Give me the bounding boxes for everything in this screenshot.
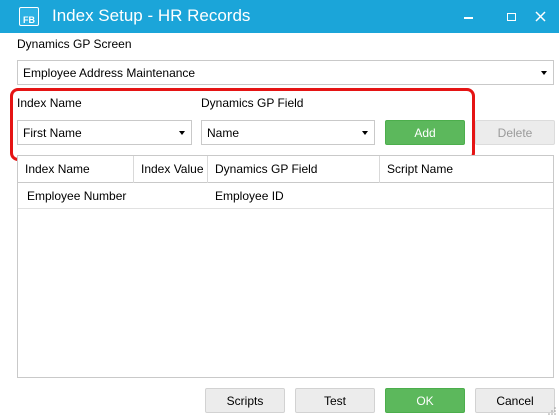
column-header-script-name[interactable]: Script Name bbox=[380, 156, 553, 183]
column-header-gp-field[interactable]: Dynamics GP Field bbox=[208, 156, 380, 183]
cancel-button[interactable]: Cancel bbox=[475, 388, 555, 413]
app-logo-text: FB bbox=[23, 15, 35, 25]
cell-index-value bbox=[140, 183, 208, 209]
screen-dropdown-value: Employee Address Maintenance bbox=[23, 65, 196, 80]
column-header-index-name[interactable]: Index Name bbox=[18, 156, 134, 183]
app-logo-icon: FB bbox=[19, 7, 39, 26]
cell-gp-field: Employee ID bbox=[215, 189, 284, 203]
table-header: Index Name Index Value Dynamics GP Field… bbox=[18, 156, 553, 183]
delete-button[interactable]: Delete bbox=[475, 120, 555, 145]
screen-dropdown[interactable]: Employee Address Maintenance bbox=[17, 60, 554, 85]
resize-grip-icon[interactable] bbox=[547, 406, 557, 416]
cell-index-name: Employee Number bbox=[27, 189, 127, 203]
title-bar: FB Index Setup - HR Records bbox=[0, 0, 559, 33]
chevron-down-icon bbox=[541, 71, 547, 75]
highlight-annotation bbox=[10, 88, 475, 161]
test-button[interactable]: Test bbox=[295, 388, 375, 413]
minimize-icon[interactable] bbox=[448, 0, 488, 33]
screen-label: Dynamics GP Screen bbox=[17, 37, 132, 51]
index-table[interactable]: Index Name Index Value Dynamics GP Field… bbox=[17, 155, 554, 378]
cell-script-name bbox=[387, 183, 553, 209]
close-icon[interactable] bbox=[522, 0, 559, 33]
column-header-index-value[interactable]: Index Value bbox=[134, 156, 208, 183]
scripts-button[interactable]: Scripts bbox=[205, 388, 285, 413]
ok-button[interactable]: OK bbox=[385, 388, 465, 413]
table-row[interactable]: Employee Number Employee ID bbox=[18, 183, 553, 209]
window-title: Index Setup - HR Records bbox=[52, 6, 251, 25]
